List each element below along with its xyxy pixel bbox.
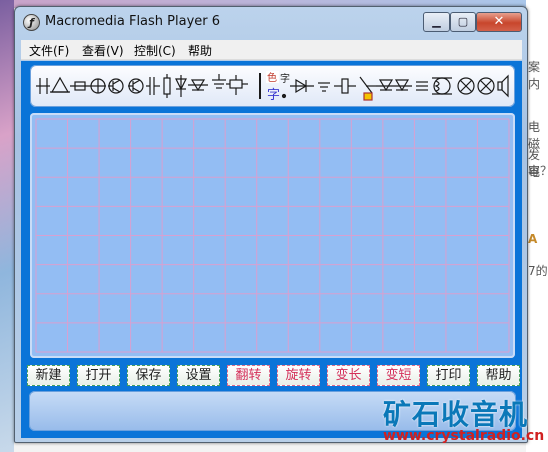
maximize-icon: ▢ — [457, 15, 469, 28]
command-button-row: 新建 打开 保存 设置 翻转 旋转 变长 变短 打印 帮助 — [21, 365, 522, 387]
background-text: 容？ — [528, 164, 548, 178]
close-icon: ✕ — [493, 14, 505, 29]
menu-file[interactable]: 文件(F) — [29, 42, 69, 59]
diode-icon[interactable] — [376, 79, 412, 92]
wire-icon[interactable] — [70, 81, 90, 91]
ground-icon[interactable] — [416, 81, 428, 91]
close-button[interactable]: ✕ — [476, 12, 522, 32]
ground-icon[interactable] — [212, 74, 226, 89]
wire-junction-icon[interactable] — [36, 78, 50, 94]
minimize-icon: ▁ — [432, 15, 441, 28]
capacitor-icon[interactable] — [146, 77, 160, 95]
title-bar[interactable]: ƒ Macromedia Flash Player 6 ▁ ▢ ✕ — [15, 7, 527, 38]
flash-player-window: ƒ Macromedia Flash Player 6 ▁ ▢ ✕ 文件(F) … — [14, 6, 528, 443]
flash-player-icon: ƒ — [23, 14, 40, 31]
menu-view[interactable]: 查看(V) — [82, 42, 124, 59]
lengthen-button[interactable]: 变长 — [327, 365, 370, 386]
triangle-icon[interactable] — [50, 76, 70, 93]
shorten-button[interactable]: 变短 — [377, 365, 420, 386]
menu-control[interactable]: 控制(C) — [134, 42, 176, 59]
diode-icon[interactable] — [290, 78, 314, 94]
print-button[interactable]: 打印 — [427, 365, 470, 386]
color-icon[interactable]: 色 字 — [266, 71, 280, 103]
resistor-icon[interactable] — [334, 76, 376, 101]
lamp-icon[interactable] — [457, 77, 495, 95]
font-label: 字 — [267, 88, 280, 103]
background-text: 案内 — [528, 60, 541, 91]
menu-bar: 文件(F) 查看(V) 控制(C) 帮助 — [21, 40, 522, 60]
watermark-url: www.crystalradio.cn — [383, 428, 545, 444]
background-window: 案内 电磁 发电 容？ A 7的 — [526, 0, 548, 452]
window-title: Macromedia Flash Player 6 — [45, 14, 221, 29]
transistor-icon[interactable] — [128, 78, 144, 94]
component-toolbar: 色 字 字 — [30, 65, 515, 107]
watermark-title: 矿石收音机 — [383, 398, 529, 431]
minimize-button[interactable]: ▁ — [423, 12, 450, 32]
help-button[interactable]: 帮助 — [477, 365, 520, 386]
drawing-canvas[interactable] — [30, 113, 515, 358]
desktop-wallpaper — [0, 0, 14, 452]
transformer-icon[interactable] — [432, 77, 452, 95]
diode-icon[interactable] — [188, 79, 208, 92]
diode-icon[interactable] — [90, 78, 106, 94]
color-label: 色 — [267, 71, 277, 84]
save-button[interactable]: 保存 — [127, 365, 170, 386]
new-button[interactable]: 新建 — [27, 365, 70, 386]
text-label: 字 — [280, 72, 290, 85]
ground-icon[interactable] — [318, 82, 330, 92]
transistor-icon[interactable] — [108, 78, 124, 94]
flash-stage: 色 字 字 新建 打开 保存 设置 翻转 旋转 变长 变短 打印 帮助 — [21, 61, 522, 438]
rotate-button[interactable]: 旋转 — [277, 365, 320, 386]
background-text: 7的 — [528, 264, 548, 278]
menu-help[interactable]: 帮助 — [188, 42, 212, 59]
settings-button[interactable]: 设置 — [177, 365, 220, 386]
switch-icon[interactable] — [226, 75, 248, 95]
flip-button[interactable]: 翻转 — [227, 365, 270, 386]
background-text: A — [528, 232, 538, 246]
open-button[interactable]: 打开 — [77, 365, 120, 386]
maximize-button[interactable]: ▢ — [450, 12, 476, 32]
text-icon[interactable]: 字 — [280, 72, 290, 99]
speaker-icon[interactable] — [497, 74, 509, 98]
resistor-icon[interactable] — [163, 74, 187, 98]
